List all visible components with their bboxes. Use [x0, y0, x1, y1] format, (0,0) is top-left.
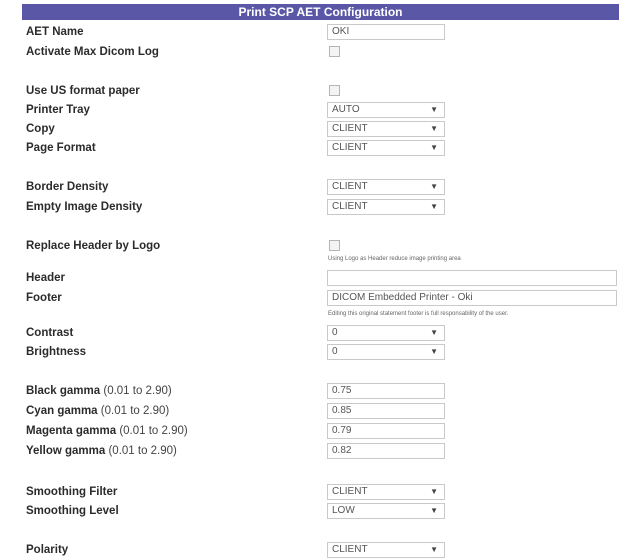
aet-name-label: AET Name — [26, 26, 84, 38]
brightness-label: Brightness — [26, 346, 87, 358]
smoothing-level-row: Smoothing Level LOW ▼ — [0, 501, 630, 521]
footer-note: Editing this original statement footer i… — [328, 311, 509, 317]
copy-label: Copy — [26, 123, 55, 135]
printer-tray-value: AUTO — [332, 104, 360, 115]
page-format-select[interactable]: CLIENT ▼ — [327, 140, 445, 156]
smoothing-filter-value: CLIENT — [332, 486, 368, 497]
panel-title: Print SCP AET Configuration — [22, 4, 619, 20]
activate-log-row: Activate Max Dicom Log — [0, 42, 630, 62]
header-label: Header — [26, 272, 65, 284]
footer-row: Footer DICOM Embedded Printer - Oki — [0, 288, 630, 308]
smoothing-level-value: LOW — [332, 505, 355, 516]
chevron-down-icon: ▼ — [430, 487, 438, 496]
aet-name-input[interactable]: OKI — [327, 24, 445, 40]
chevron-down-icon: ▼ — [430, 545, 438, 554]
black-gamma-range: (0.01 to 2.90) — [103, 385, 172, 397]
yellow-gamma-label: Yellow gamma — [26, 445, 106, 457]
contrast-value: 0 — [332, 327, 338, 338]
border-density-row: Border Density CLIENT ▼ — [0, 177, 630, 197]
us-paper-checkbox[interactable] — [329, 85, 340, 96]
polarity-label: Polarity — [26, 544, 69, 556]
polarity-row: Polarity CLIENT ▼ — [0, 540, 630, 560]
brightness-row: Brightness 0 ▼ — [0, 342, 630, 362]
activate-log-label: Activate Max Dicom Log — [26, 46, 159, 58]
footer-label: Footer — [26, 292, 62, 304]
smoothing-filter-label: Smoothing Filter — [26, 486, 118, 498]
aet-name-row: AET Name OKI — [0, 22, 630, 42]
page-format-label: Page Format — [26, 142, 96, 154]
magenta-gamma-label: Magenta gamma — [26, 425, 117, 437]
border-density-label: Border Density — [26, 181, 109, 193]
copy-value: CLIENT — [332, 123, 368, 134]
chevron-down-icon: ▼ — [430, 506, 438, 515]
header-row: Header — [0, 268, 630, 288]
black-gamma-input[interactable]: 0.75 — [327, 383, 445, 399]
replace-header-label: Replace Header by Logo — [26, 240, 161, 252]
chevron-down-icon: ▼ — [430, 105, 438, 114]
empty-density-select[interactable]: CLIENT ▼ — [327, 199, 445, 215]
border-density-value: CLIENT — [332, 181, 368, 192]
printer-tray-row: Printer Tray AUTO ▼ — [0, 100, 630, 120]
smoothing-level-label: Smoothing Level — [26, 505, 119, 517]
chevron-down-icon: ▼ — [430, 328, 438, 337]
empty-density-value: CLIENT — [332, 201, 368, 212]
print-scp-config-panel: Print SCP AET Configuration AET Name OKI… — [0, 0, 630, 560]
chevron-down-icon: ▼ — [430, 347, 438, 356]
black-gamma-row: Black gamma (0.01 to 2.90) 0.75 — [0, 381, 630, 401]
smoothing-filter-select[interactable]: CLIENT ▼ — [327, 484, 445, 500]
copy-select[interactable]: CLIENT ▼ — [327, 121, 445, 137]
chevron-down-icon: ▼ — [430, 202, 438, 211]
brightness-select[interactable]: 0 ▼ — [327, 344, 445, 360]
brightness-value: 0 — [332, 346, 338, 357]
magenta-gamma-range: (0.01 to 2.90) — [119, 425, 188, 437]
us-paper-row: Use US format paper — [0, 81, 630, 101]
smoothing-level-select[interactable]: LOW ▼ — [327, 503, 445, 519]
cyan-gamma-range: (0.01 to 2.90) — [100, 405, 170, 417]
cyan-gamma-row: Cyan gamma (0.01 to 2.90) 0.85 — [0, 401, 630, 421]
page-format-value: CLIENT — [332, 142, 368, 153]
magenta-gamma-row: Magenta gamma (0.01 to 2.90) 0.79 — [0, 421, 630, 441]
chevron-down-icon: ▼ — [430, 143, 438, 152]
yellow-gamma-input[interactable]: 0.82 — [327, 443, 445, 459]
empty-density-row: Empty Image Density CLIENT ▼ — [0, 197, 630, 217]
cyan-gamma-input[interactable]: 0.85 — [327, 403, 445, 419]
polarity-select[interactable]: CLIENT ▼ — [327, 542, 445, 558]
cyan-gamma-label: Cyan gamma — [26, 405, 98, 417]
polarity-value: CLIENT — [332, 544, 368, 555]
empty-density-label: Empty Image Density — [26, 201, 143, 213]
chevron-down-icon: ▼ — [430, 124, 438, 133]
page-format-row: Page Format CLIENT ▼ — [0, 138, 630, 158]
black-gamma-label: Black gamma — [26, 385, 101, 397]
yellow-gamma-range: (0.01 to 2.90) — [108, 445, 177, 457]
replace-header-checkbox[interactable] — [329, 240, 340, 251]
printer-tray-label: Printer Tray — [26, 104, 90, 116]
border-density-select[interactable]: CLIENT ▼ — [327, 179, 445, 195]
printer-tray-select[interactable]: AUTO ▼ — [327, 102, 445, 118]
replace-header-note: Using Logo as Header reduce image printi… — [328, 256, 461, 262]
smoothing-filter-row: Smoothing Filter CLIENT ▼ — [0, 482, 630, 502]
chevron-down-icon: ▼ — [430, 182, 438, 191]
us-paper-label: Use US format paper — [26, 85, 140, 97]
contrast-row: Contrast 0 ▼ — [0, 323, 630, 343]
copy-row: Copy CLIENT ▼ — [0, 119, 630, 139]
contrast-select[interactable]: 0 ▼ — [327, 325, 445, 341]
yellow-gamma-row: Yellow gamma (0.01 to 2.90) 0.82 — [0, 441, 630, 461]
footer-input[interactable]: DICOM Embedded Printer - Oki — [327, 290, 617, 306]
magenta-gamma-input[interactable]: 0.79 — [327, 423, 445, 439]
replace-header-row: Replace Header by Logo — [0, 236, 630, 256]
contrast-label: Contrast — [26, 327, 74, 339]
activate-log-checkbox[interactable] — [329, 46, 340, 57]
header-input[interactable] — [327, 270, 617, 286]
